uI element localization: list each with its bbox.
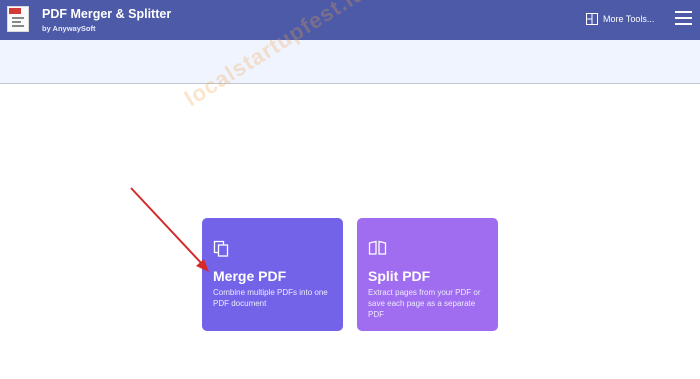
banner-area bbox=[0, 40, 700, 84]
grid-icon bbox=[586, 13, 598, 25]
copy-documents-icon bbox=[213, 240, 229, 257]
more-tools-label: More Tools... bbox=[603, 14, 655, 24]
split-pdf-description: Extract pages from your PDF or save each… bbox=[368, 288, 481, 319]
app-header: PDF Merger & Splitter by AnywaySoft More… bbox=[0, 0, 700, 40]
merge-pdf-title: Merge PDF bbox=[213, 268, 287, 284]
split-pdf-title: Split PDF bbox=[368, 268, 431, 284]
split-pdf-card[interactable]: Split PDF Extract pages from your PDF or… bbox=[357, 218, 498, 331]
app-title: PDF Merger & Splitter bbox=[42, 7, 172, 21]
more-tools-button[interactable]: More Tools... bbox=[586, 9, 654, 29]
merge-pdf-card[interactable]: Merge PDF Combine multiple PDFs into one… bbox=[202, 218, 343, 331]
menu-icon[interactable] bbox=[675, 10, 693, 26]
app-subtitle: by AnywaySoft bbox=[42, 24, 96, 33]
split-pages-icon bbox=[368, 240, 387, 255]
app-logo-icon bbox=[7, 6, 29, 32]
merge-pdf-description: Combine multiple PDFs into one PDF docum… bbox=[213, 288, 328, 308]
